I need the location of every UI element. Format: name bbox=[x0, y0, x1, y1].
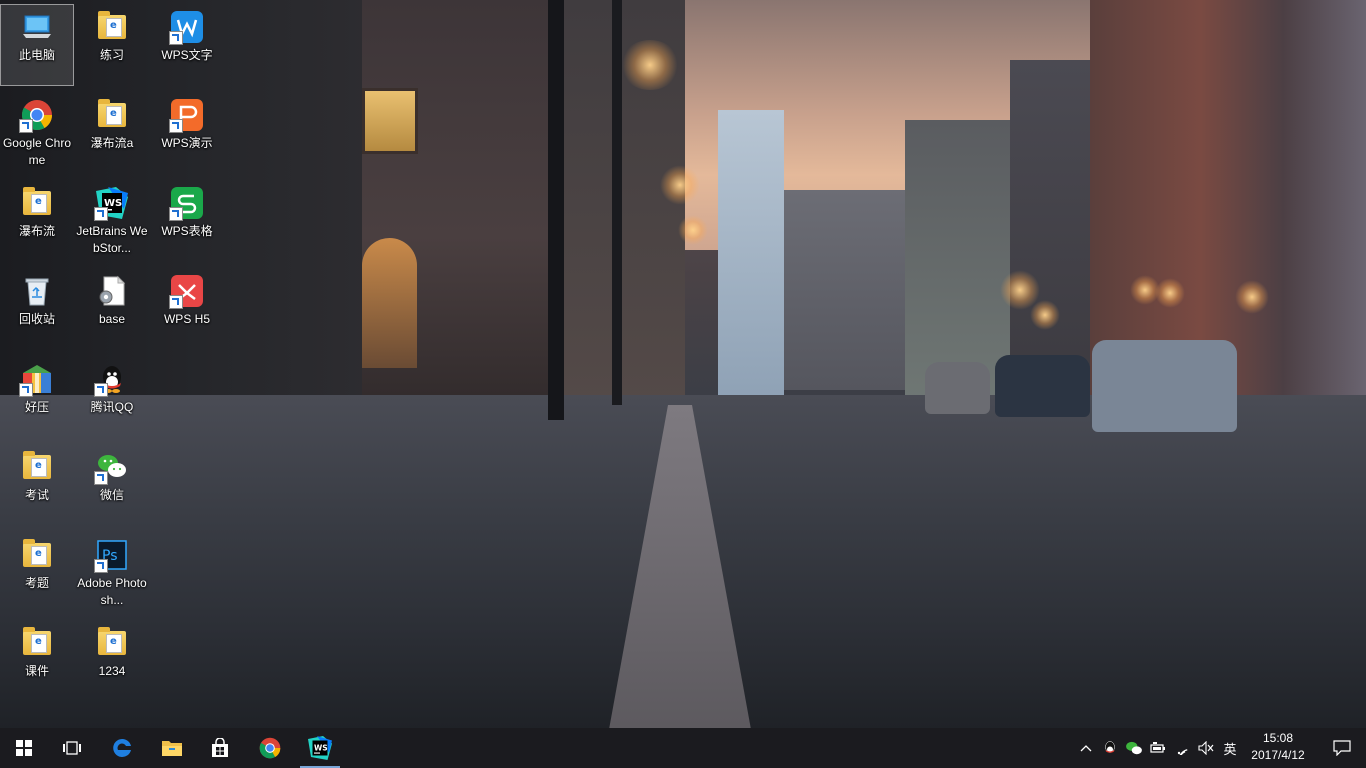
webstorm-desktop-icon[interactable]: WS JetBrains WebStor... bbox=[76, 181, 148, 261]
start-button[interactable] bbox=[0, 728, 48, 768]
base-file-icon[interactable]: base bbox=[76, 269, 148, 349]
show-hidden-icons-button[interactable] bbox=[1078, 738, 1094, 758]
tray-network[interactable] bbox=[1172, 738, 1194, 758]
action-center-button[interactable] bbox=[1318, 728, 1366, 768]
edge-icon bbox=[113, 738, 131, 757]
icon-label: 考试 bbox=[24, 488, 49, 502]
tray-battery[interactable] bbox=[1148, 738, 1168, 758]
webstorm-icon: WS bbox=[308, 736, 332, 760]
wechat-desktop-icon[interactable]: 微信 bbox=[76, 445, 148, 525]
clock-time: 15:08 bbox=[1262, 731, 1294, 745]
icon-label: 微信 bbox=[99, 488, 124, 502]
haozip-desktop-icon[interactable]: 好压 bbox=[1, 357, 73, 437]
folder-icon bbox=[21, 451, 53, 483]
icon-label: 练习 bbox=[99, 48, 124, 62]
battery-icon bbox=[1150, 742, 1165, 753]
icon-label: 此电脑 bbox=[18, 48, 55, 62]
tray-qq[interactable] bbox=[1100, 738, 1120, 758]
photoshop-icon: Ps bbox=[94, 539, 128, 573]
pubuliu-folder[interactable]: 瀑布流 bbox=[1, 181, 73, 261]
folder-icon bbox=[96, 627, 128, 659]
taskbar-file-explorer[interactable] bbox=[148, 728, 196, 768]
photoshop-desktop-icon[interactable]: Ps Adobe Photosh... bbox=[76, 533, 148, 613]
store-icon bbox=[212, 738, 228, 757]
icon-label: 1234 bbox=[98, 664, 126, 678]
haozip-icon bbox=[19, 363, 53, 397]
wps-spreadsheet-desktop-icon[interactable]: WPS表格 bbox=[151, 181, 223, 261]
icon-label: WPS表格 bbox=[161, 224, 213, 238]
wifi-icon bbox=[1177, 749, 1188, 755]
icon-label: 瀑布流a bbox=[90, 136, 134, 150]
icon-label: 回收站 bbox=[18, 312, 55, 326]
folder-1234[interactable]: 1234 bbox=[76, 621, 148, 701]
chevron-up-icon bbox=[1080, 745, 1092, 752]
clock-date: 2017/4/12 bbox=[1251, 748, 1305, 762]
wps-h5-desktop-icon[interactable]: WPS H5 bbox=[151, 269, 223, 349]
tray-volume[interactable] bbox=[1196, 738, 1216, 758]
wechat-icon bbox=[1126, 741, 1142, 755]
chrome-icon bbox=[19, 99, 53, 133]
taskbar: WS 英 15:08 2017/4/12 bbox=[0, 728, 1366, 768]
this-pc-desktop-icon[interactable]: 此电脑 bbox=[0, 4, 74, 86]
taskbar-store[interactable] bbox=[196, 728, 244, 768]
recycle-bin-desktop-icon[interactable]: 回收站 bbox=[1, 269, 73, 349]
lianxi-folder[interactable]: 练习 bbox=[76, 5, 148, 85]
icon-label: 考题 bbox=[24, 576, 49, 590]
kaoshi-folder[interactable]: 考试 bbox=[1, 445, 73, 525]
taskbar-chrome[interactable] bbox=[246, 728, 294, 768]
icon-label: Adobe Photosh... bbox=[77, 576, 147, 607]
wps-presentation-desktop-icon[interactable]: WPS演示 bbox=[151, 93, 223, 173]
chrome-icon bbox=[259, 737, 281, 759]
kejian-folder[interactable]: 课件 bbox=[1, 621, 73, 701]
pubuliu-a-folder[interactable]: 瀑布流a bbox=[76, 93, 148, 173]
qq-icon bbox=[1105, 741, 1115, 753]
wechat-icon bbox=[94, 451, 128, 485]
desktop[interactable]: 此电脑 Google Chrome 瀑布流 回收站 bbox=[0, 0, 1366, 728]
folder-icon bbox=[162, 741, 182, 756]
taskbar-edge[interactable] bbox=[98, 728, 146, 768]
chrome-desktop-icon[interactable]: Google Chrome bbox=[1, 93, 73, 173]
icon-label: 腾讯QQ bbox=[90, 400, 134, 414]
clock[interactable]: 15:08 2017/4/12 bbox=[1242, 730, 1314, 766]
svg-text:WS: WS bbox=[314, 743, 328, 752]
qq-desktop-icon[interactable]: 腾讯QQ bbox=[76, 357, 148, 437]
qq-icon bbox=[94, 363, 128, 397]
folder-icon bbox=[96, 11, 128, 43]
volume-muted-icon bbox=[1198, 741, 1214, 755]
icon-label: WPS文字 bbox=[161, 48, 213, 62]
folder-icon bbox=[21, 627, 53, 659]
folder-icon bbox=[21, 539, 53, 571]
icon-label: base bbox=[98, 312, 126, 326]
taskbar-webstorm[interactable]: WS bbox=[296, 728, 344, 768]
icon-label: 好压 bbox=[24, 400, 49, 414]
icon-label: Google Chrome bbox=[2, 136, 72, 167]
webstorm-icon: WS bbox=[94, 187, 128, 221]
tray-wechat[interactable] bbox=[1124, 738, 1144, 758]
icon-label: WPS演示 bbox=[161, 136, 213, 150]
recycle-bin-icon bbox=[21, 275, 53, 307]
icon-label: 课件 bbox=[24, 664, 49, 678]
wps-presentation-icon bbox=[169, 99, 203, 133]
windows-start-icon bbox=[16, 740, 32, 756]
icon-label: 瀑布流 bbox=[18, 224, 55, 238]
task-view-icon bbox=[63, 741, 81, 755]
notification-icon bbox=[1333, 740, 1351, 756]
wps-h5-icon bbox=[169, 275, 203, 309]
this-pc-icon bbox=[21, 11, 53, 43]
task-view-button[interactable] bbox=[48, 728, 96, 768]
kaoti-folder[interactable]: 考题 bbox=[1, 533, 73, 613]
file-icon bbox=[96, 275, 128, 307]
wps-writer-desktop-icon[interactable]: WPS文字 bbox=[151, 5, 223, 85]
wps-spreadsheet-icon bbox=[169, 187, 203, 221]
input-method-indicator[interactable]: 英 bbox=[1220, 738, 1240, 758]
wps-writer-icon bbox=[169, 11, 203, 45]
icon-label: JetBrains WebStor... bbox=[76, 224, 148, 255]
folder-icon bbox=[21, 187, 53, 219]
folder-icon bbox=[96, 99, 128, 131]
icon-label: WPS H5 bbox=[163, 312, 210, 326]
